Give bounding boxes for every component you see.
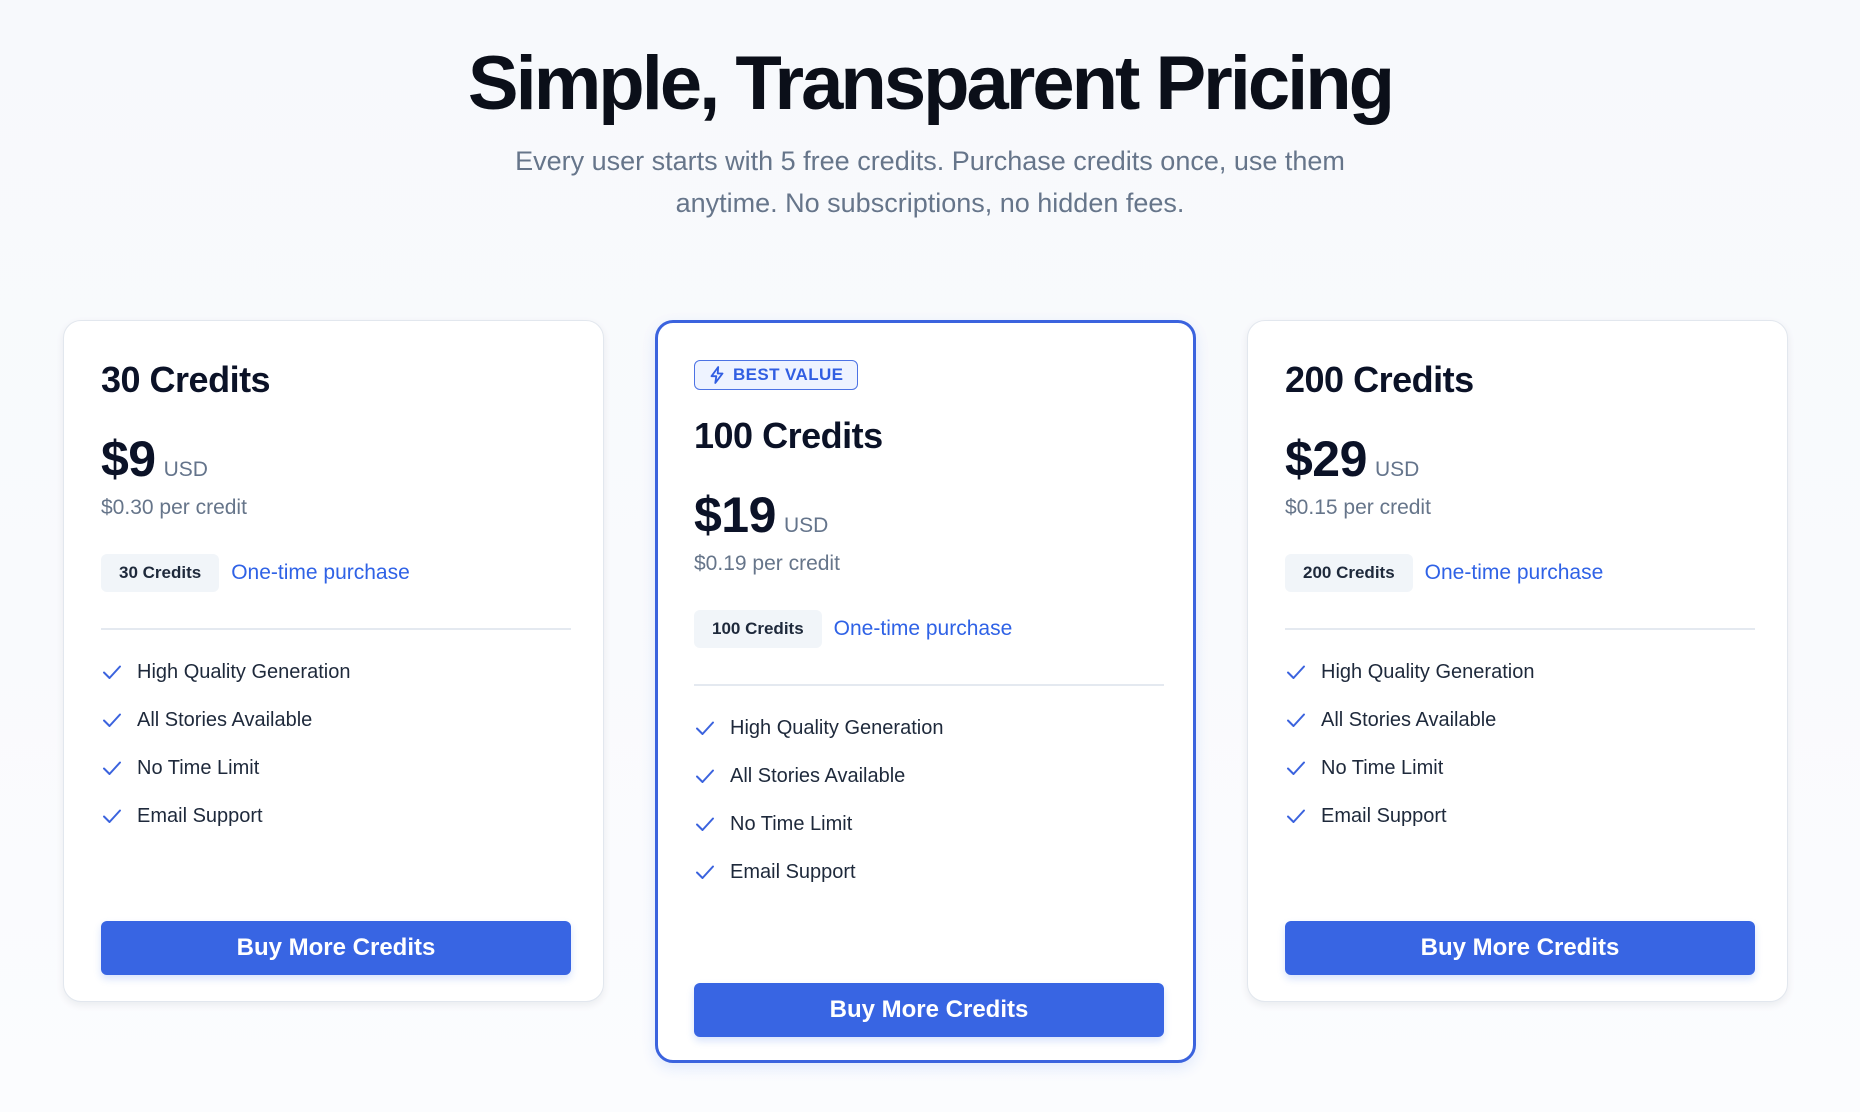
price-row: $9 USD xyxy=(101,430,571,488)
divider xyxy=(1285,628,1755,630)
page-subtitle: Every user starts with 5 free credits. P… xyxy=(515,146,1345,218)
feature-item: Email Support xyxy=(1285,792,1755,840)
check-icon xyxy=(103,665,121,679)
plan-currency: USD xyxy=(1374,458,1420,481)
feature-item: High Quality Generation xyxy=(101,648,571,696)
feature-label: High Quality Generation xyxy=(137,660,351,683)
plan-currency: USD xyxy=(163,458,208,481)
divider xyxy=(694,684,1164,686)
feature-item: All Stories Available xyxy=(694,752,1164,800)
lightning-icon xyxy=(710,366,724,384)
check-icon xyxy=(1287,713,1305,727)
purchase-type-label: One-time purchase xyxy=(231,561,410,584)
feature-item: High Quality Generation xyxy=(694,704,1164,752)
pricing-card-body: 200 Credits $29 USD $0.15 per credit 200… xyxy=(1285,359,1755,975)
feature-label: High Quality Generation xyxy=(730,716,944,739)
feature-item: All Stories Available xyxy=(101,696,571,744)
price-row: $19 USD xyxy=(694,486,1164,544)
credits-chip: 30 Credits xyxy=(101,554,220,592)
feature-label: All Stories Available xyxy=(730,764,906,787)
purchase-type-label: One-time purchase xyxy=(833,617,1013,640)
buy-more-credits-button[interactable]: Buy More Credits xyxy=(1285,921,1755,975)
buy-more-credits-button[interactable]: Buy More Credits xyxy=(101,921,571,975)
credits-chip: 100 Credits xyxy=(694,610,822,648)
check-icon xyxy=(1287,809,1305,823)
feature-label: Email Support xyxy=(137,804,263,827)
feature-item: No Time Limit xyxy=(1285,744,1755,792)
plan-name: 100 Credits xyxy=(694,415,883,456)
feature-item: No Time Limit xyxy=(694,800,1164,848)
feature-label: Email Support xyxy=(1321,804,1447,827)
credits-chip: 200 Credits xyxy=(1285,554,1413,592)
plan-price: $9 xyxy=(101,431,156,487)
per-credit-price: $0.15 per credit xyxy=(1285,496,1431,519)
divider xyxy=(101,628,571,630)
purchase-type-label: One-time purchase xyxy=(1424,561,1604,584)
pricing-card-body: BEST VALUE 100 Credits $19 USD $0.19 per… xyxy=(694,360,1164,1037)
page-title: Simple, Transparent Pricing xyxy=(467,41,1395,126)
badge-label: BEST VALUE xyxy=(733,365,844,384)
feature-item: Email Support xyxy=(694,848,1164,896)
plan-meta-row: 100 Credits One-time purchase xyxy=(694,610,1164,648)
buy-more-credits-button[interactable]: Buy More Credits xyxy=(694,983,1164,1037)
check-icon xyxy=(696,865,714,879)
pricing-card-30-credits: 30 Credits $9 USD $0.30 per credit 30 Cr… xyxy=(63,320,604,1002)
plan-meta-row: 30 Credits One-time purchase xyxy=(101,554,571,592)
check-icon xyxy=(696,817,714,831)
plan-name: 200 Credits xyxy=(1285,359,1474,400)
feature-item: All Stories Available xyxy=(1285,696,1755,744)
check-icon xyxy=(103,809,121,823)
feature-list: High Quality Generation All Stories Avai… xyxy=(101,648,571,840)
best-value-badge: BEST VALUE xyxy=(694,360,859,390)
feature-label: No Time Limit xyxy=(1321,756,1444,779)
check-icon xyxy=(103,761,121,775)
pricing-card-100-credits: BEST VALUE 100 Credits $19 USD $0.19 per… xyxy=(655,320,1196,1063)
plan-currency: USD xyxy=(783,514,829,537)
feature-label: No Time Limit xyxy=(137,756,260,779)
check-icon xyxy=(103,713,121,727)
check-icon xyxy=(696,721,714,735)
per-credit-price: $0.30 per credit xyxy=(101,496,247,519)
plan-price: $19 xyxy=(694,487,776,543)
check-icon xyxy=(1287,761,1305,775)
plan-price: $29 xyxy=(1285,431,1367,487)
feature-label: No Time Limit xyxy=(730,812,853,835)
feature-item: High Quality Generation xyxy=(1285,648,1755,696)
check-icon xyxy=(1287,665,1305,679)
feature-label: All Stories Available xyxy=(1321,708,1497,731)
feature-item: Email Support xyxy=(101,792,571,840)
per-credit-price: $0.19 per credit xyxy=(694,552,840,575)
feature-label: All Stories Available xyxy=(137,708,313,731)
feature-list: High Quality Generation All Stories Avai… xyxy=(694,704,1164,896)
plan-name: 30 Credits xyxy=(101,359,271,400)
pricing-card-body: 30 Credits $9 USD $0.30 per credit 30 Cr… xyxy=(101,359,571,975)
price-row: $29 USD xyxy=(1285,430,1755,488)
feature-item: No Time Limit xyxy=(101,744,571,792)
check-icon xyxy=(696,769,714,783)
pricing-card-200-credits: 200 Credits $29 USD $0.15 per credit 200… xyxy=(1247,320,1788,1002)
feature-label: High Quality Generation xyxy=(1321,660,1535,683)
feature-label: Email Support xyxy=(730,860,856,883)
plan-meta-row: 200 Credits One-time purchase xyxy=(1285,554,1755,592)
feature-list: High Quality Generation All Stories Avai… xyxy=(1285,648,1755,840)
